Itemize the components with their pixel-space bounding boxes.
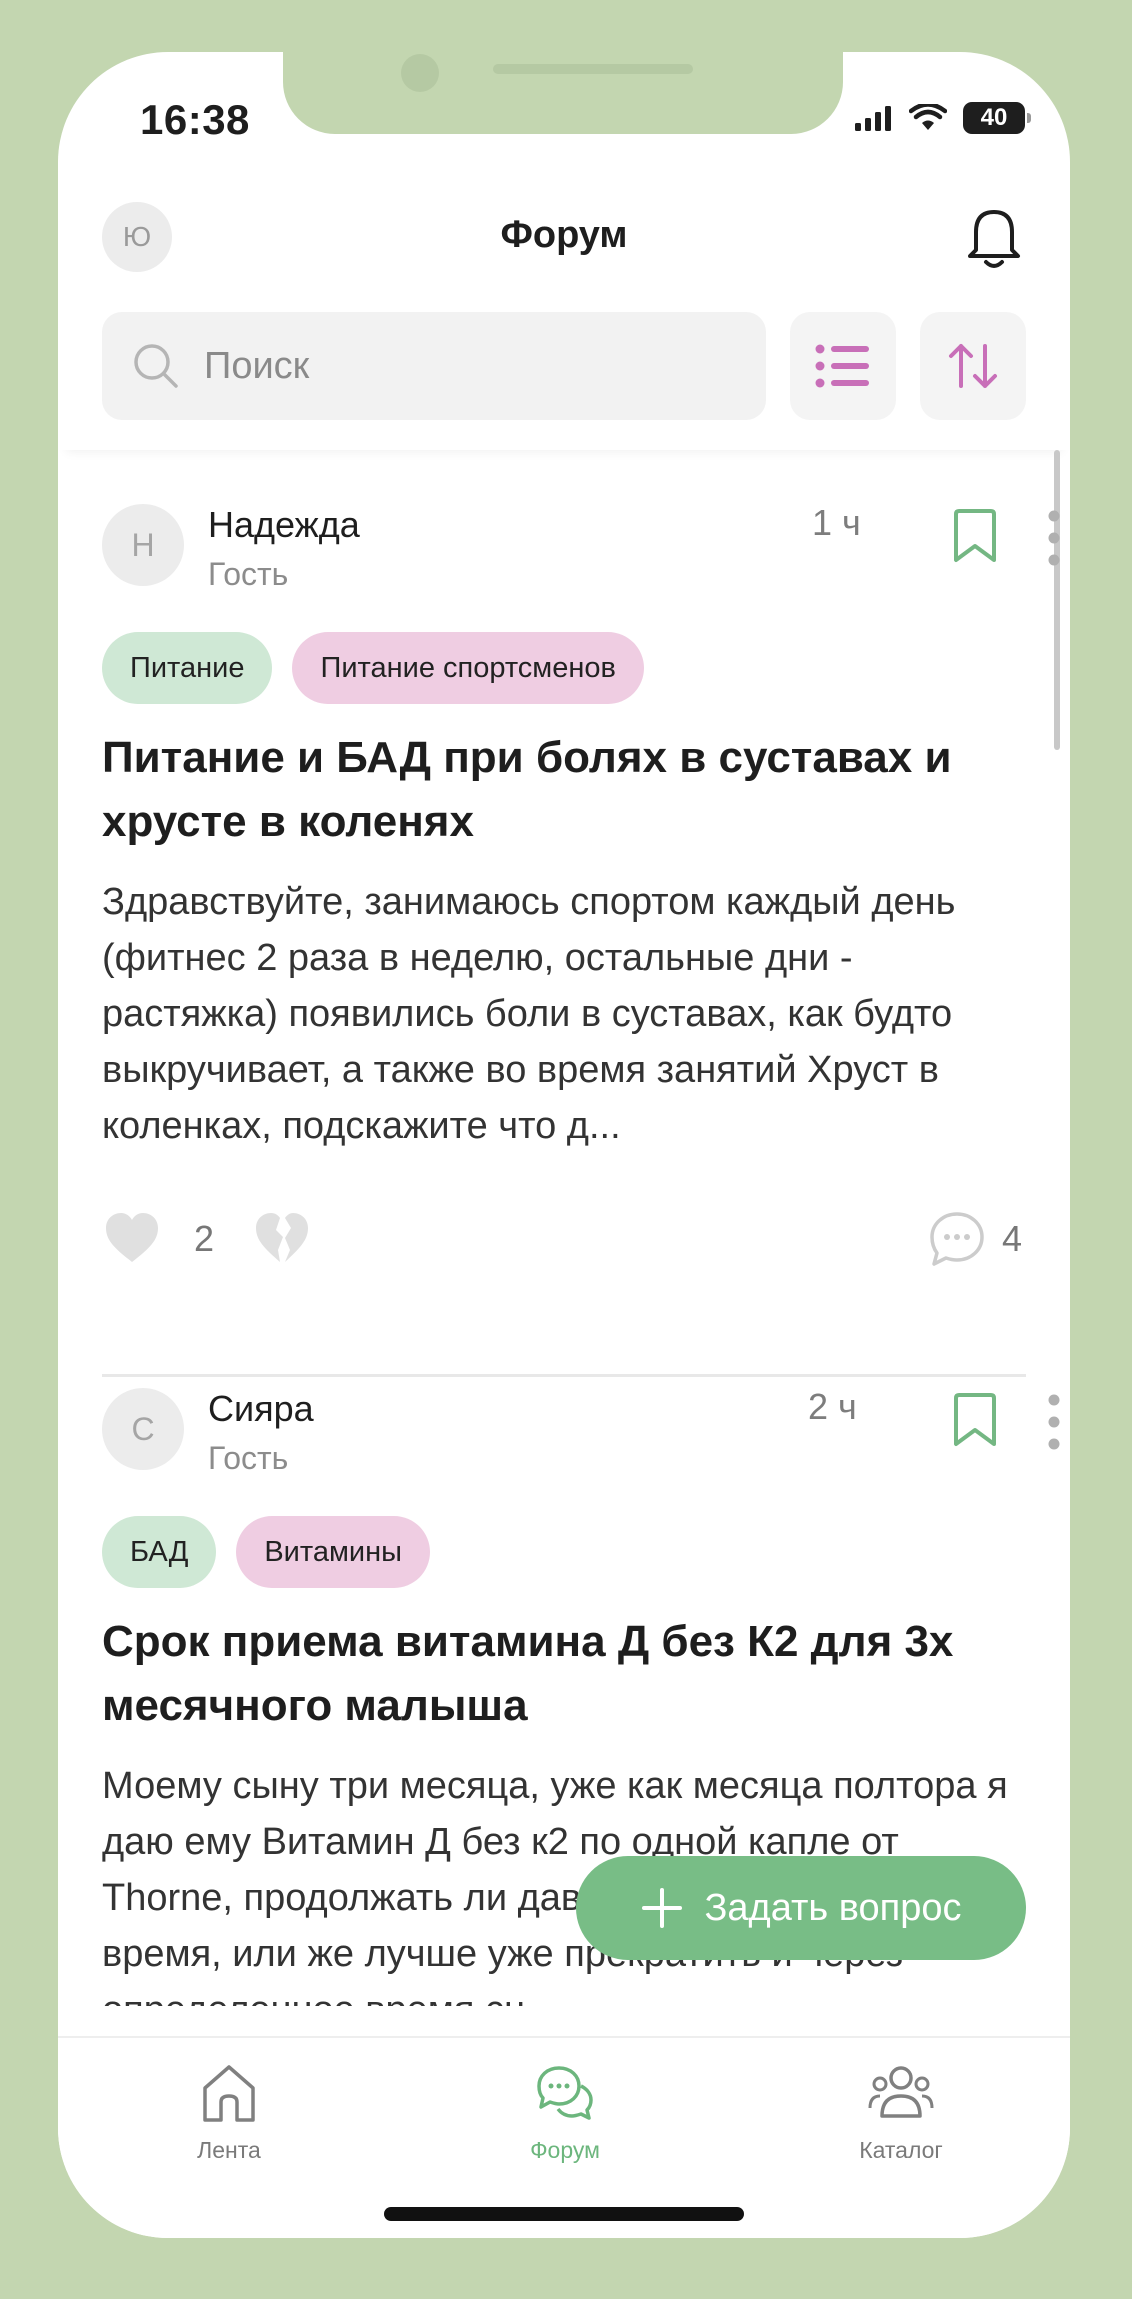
more-options-icon[interactable] <box>1048 510 1060 566</box>
tab-forum[interactable]: Форум <box>465 2062 665 2164</box>
author-role: Гость <box>208 1440 289 1476</box>
tag-list: Питание Питание спортсменов <box>102 632 644 704</box>
camera <box>401 54 439 92</box>
speaker <box>493 64 693 74</box>
signal-icon <box>855 106 891 131</box>
author-avatar[interactable]: Н <box>102 504 184 586</box>
device-frame: 16:38 40 Ю Форум Поиск Н Надежда Гость 1… <box>0 0 1132 2299</box>
post-actions: 2 4 <box>102 1210 1026 1270</box>
tab-catalog[interactable]: Каталог <box>801 2062 1001 2164</box>
author-role: Гость <box>208 556 289 592</box>
tag-chip[interactable]: БАД <box>102 1516 217 1588</box>
search-row <box>58 310 1070 450</box>
tab-label: Каталог <box>859 2137 943 2163</box>
post-card[interactable]: С Сияра Гость 2 ч БАД Витамины Срок прие… <box>102 1386 1060 2088</box>
ask-question-label: Задать вопрос <box>704 1886 962 1929</box>
notch <box>283 52 843 134</box>
search-input[interactable] <box>202 343 706 389</box>
post-time: 2 ч <box>808 1386 857 1427</box>
header: Ю Форум <box>58 182 1070 302</box>
bookmark-icon[interactable] <box>952 1392 998 1448</box>
author-avatar[interactable]: С <box>102 1388 184 1470</box>
home-indicator[interactable] <box>384 2207 744 2221</box>
tab-label: Лента <box>197 2137 261 2163</box>
status-time: 16:38 <box>140 96 250 143</box>
filter-button[interactable] <box>790 312 896 420</box>
author-name[interactable]: Надежда <box>208 504 360 546</box>
search-icon <box>134 344 178 388</box>
more-options-icon[interactable] <box>1048 1394 1060 1450</box>
search-field[interactable] <box>102 312 766 420</box>
like-count: 2 <box>194 1218 215 1259</box>
people-icon <box>868 2066 934 2118</box>
wifi-icon <box>909 104 947 130</box>
heart-icon[interactable] <box>102 1210 162 1266</box>
scrollbar[interactable] <box>1054 450 1060 750</box>
post-title[interactable]: Питание и БАД при болях в суставах и хру… <box>102 726 1026 854</box>
bell-icon[interactable] <box>962 202 1026 272</box>
battery-icon: 40 <box>963 102 1031 134</box>
tag-chip[interactable]: Питание спортсменов <box>292 632 644 704</box>
chat-bubbles-icon <box>537 2066 593 2120</box>
ask-question-button[interactable]: Задать вопрос <box>576 1856 1026 1960</box>
post-title[interactable]: Срок приема витамина Д без К2 для 3х мес… <box>102 1610 1026 1738</box>
home-icon <box>203 2065 255 2122</box>
sort-button[interactable] <box>920 312 1026 420</box>
sort-arrows-icon <box>949 344 997 388</box>
page-title: Форум <box>500 214 628 256</box>
tag-chip[interactable]: Питание <box>102 632 273 704</box>
tag-list: БАД Витамины <box>102 1516 430 1588</box>
post-divider <box>102 1374 1026 1377</box>
tag-chip[interactable]: Витамины <box>236 1516 430 1588</box>
post-time: 1 ч <box>812 502 861 543</box>
tab-label: Форум <box>530 2137 600 2163</box>
list-filter-icon <box>815 344 869 388</box>
app-screen: 16:38 40 Ю Форум Поиск Н Надежда Гость 1… <box>58 52 1070 2238</box>
bookmark-icon[interactable] <box>952 508 998 564</box>
broken-heart-icon[interactable] <box>252 1210 312 1266</box>
bottom-tab-bar: Лента Форум Каталог <box>58 2036 1070 2238</box>
status-icons: 40 <box>855 102 1031 134</box>
post-card[interactable]: Н Надежда Гость 1 ч Питание Питание спор… <box>102 502 1060 1304</box>
tab-feed[interactable]: Лента <box>129 2062 329 2164</box>
comment-count: 4 <box>1002 1218 1023 1259</box>
author-name[interactable]: Сияра <box>208 1388 314 1430</box>
comment-icon[interactable] <box>928 1210 986 1268</box>
post-excerpt[interactable]: Здравствуйте, занимаюсь спортом каждый д… <box>102 874 1026 1154</box>
plus-icon <box>642 1888 683 1928</box>
